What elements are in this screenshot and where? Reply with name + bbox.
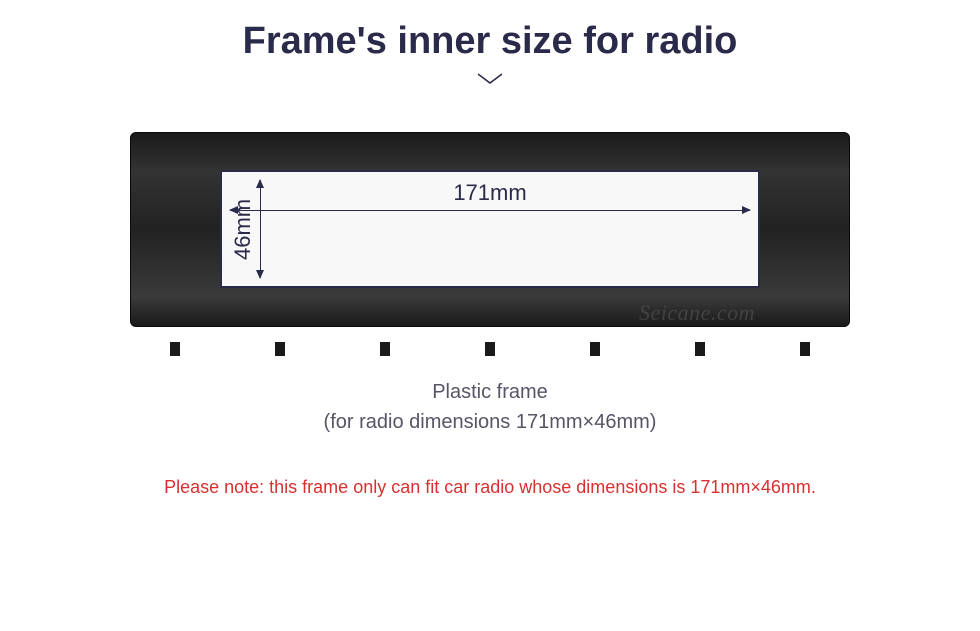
height-dimension-label: 46mm (230, 170, 256, 288)
watermark-text: Seicane.com (639, 300, 755, 326)
width-dimension-line (230, 210, 750, 211)
warning-note: Please note: this frame only can fit car… (164, 477, 816, 498)
subtitle-line-2: (for radio dimensions 171mm×46mm) (324, 411, 657, 433)
frame-diagram: 171mm 46mm Seicane.com (130, 132, 850, 342)
subtitle-line-1: Plastic frame (432, 381, 548, 403)
subtitle-block: Plastic frame (for radio dimensions 171m… (324, 377, 657, 437)
width-dimension-label: 171mm (220, 180, 760, 206)
page-title: Frame's inner size for radio (243, 20, 738, 63)
height-dimension-line (260, 180, 261, 278)
chevron-down-icon (475, 71, 505, 87)
frame-mounting-tabs (130, 342, 850, 356)
